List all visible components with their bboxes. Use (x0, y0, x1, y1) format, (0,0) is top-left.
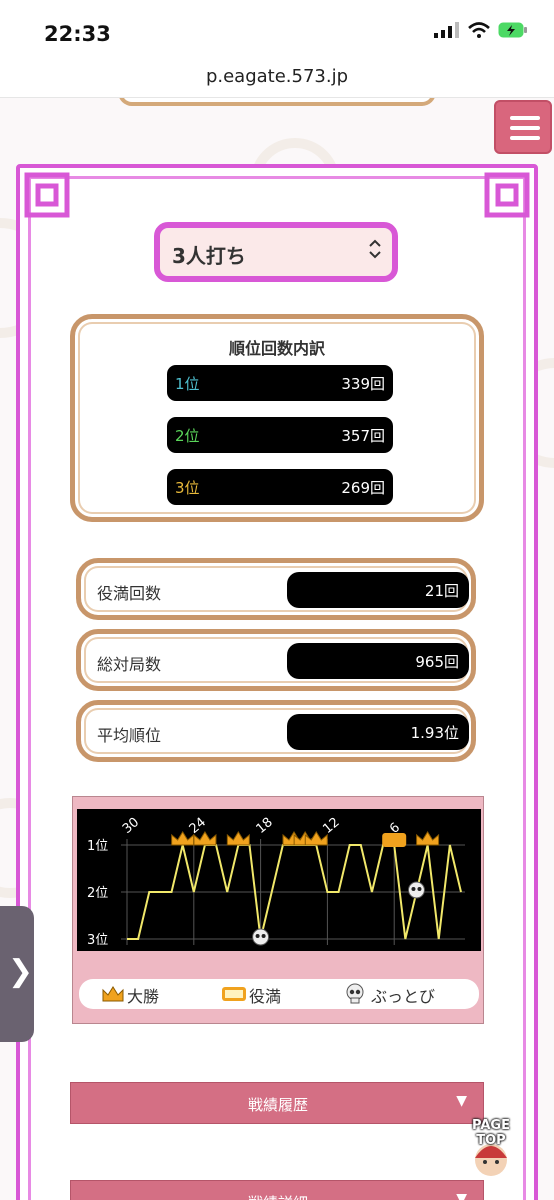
stat-yakuman-count: 役満回数 21回 (76, 558, 476, 620)
bust-marker-eye (417, 887, 422, 891)
stat-value: 21回 (424, 582, 459, 600)
y-tick-label: 1位 (87, 839, 108, 854)
bust-marker-eye (261, 934, 266, 938)
stat-total-games: 総対局数 965回 (76, 629, 476, 691)
skull-icon (346, 983, 364, 1004)
legend-yakuman-label: 役満 (249, 987, 282, 1006)
rank-breakdown-card: 順位回数内訳 1位 339回 2位 357回 3位 269回 (70, 314, 484, 522)
rank-history-chart-card: 1位 2位 3位 30 24 18 12 6 大勝 役満 ぶっとび (72, 796, 484, 1024)
status-bar: 22:33 (0, 0, 554, 58)
x-tick-label: 12 (320, 815, 342, 837)
page-top-label: PAGE TOP (472, 1118, 510, 1148)
crown-icon (102, 986, 124, 1002)
rank-label: 2位 (175, 427, 200, 445)
mode-select-value: 3人打ち (172, 244, 246, 268)
status-icons (434, 22, 528, 38)
page-top-button[interactable]: PAGE TOP (458, 1114, 524, 1178)
hamburger-menu-button[interactable] (494, 100, 552, 154)
crown-marker (226, 831, 250, 846)
stat-label: 総対局数 (97, 655, 162, 674)
stat-value-box: 21回 (287, 572, 469, 608)
stat-average-rank: 平均順位 1.93位 (76, 700, 476, 762)
clock: 22:33 (44, 22, 111, 46)
legend-bust-label: ぶっとび (371, 987, 436, 1006)
battery-icon (498, 22, 527, 38)
crown-marker (416, 831, 440, 846)
stat-value-box: 965回 (287, 643, 469, 679)
stat-label: 役満回数 (97, 584, 162, 603)
rank-row-1: 1位 339回 (167, 365, 393, 401)
rank-history-chart: 1位2位3位30 24 18 12 6 (77, 809, 481, 951)
side-drawer-tab[interactable]: ❯ (0, 906, 34, 1042)
accordion-label: 戦績履歴 (247, 1096, 308, 1114)
bust-marker-eye (255, 934, 260, 938)
page-background: 3人打ち 順位回数内訳 1位 339回 2位 357回 3位 269回 役満回数… (0, 98, 554, 1200)
rank-breakdown-title: 順位回数内訳 (228, 339, 325, 358)
accordion-label: 戦績詳細 (71, 1192, 485, 1200)
bust-marker-eye (411, 887, 416, 891)
browser-address-bar[interactable]: p.eagate.573.jp (0, 58, 554, 98)
x-tick-label: 30 (120, 815, 142, 837)
crown-marker (171, 831, 195, 846)
chevron-updown-icon (369, 239, 381, 259)
signal-icon (434, 22, 459, 38)
rank-count: 357回 (341, 427, 385, 445)
previous-panel-bottom (118, 98, 436, 106)
y-tick-label: 2位 (87, 886, 108, 901)
stat-label: 平均順位 (97, 726, 162, 745)
crown-marker (304, 831, 328, 846)
chevron-down-icon: ▼ (456, 1191, 467, 1200)
y-tick-label: 3位 (87, 933, 108, 948)
url-text: p.eagate.573.jp (205, 66, 349, 87)
bust-marker (407, 881, 425, 899)
yakuman-badge-icon (222, 987, 246, 1001)
bust-marker (252, 928, 270, 946)
chart-legend: 大勝 役満 ぶっとび (79, 979, 479, 1009)
details-accordion[interactable]: 戦績詳細 ▼ (70, 1180, 484, 1200)
wifi-icon (468, 22, 490, 38)
rank-count: 339回 (341, 375, 385, 393)
legend-win-label: 大勝 (127, 987, 160, 1006)
rank-label: 3位 (175, 479, 200, 497)
history-accordion[interactable]: 戦績履歴 ▼ (70, 1082, 484, 1124)
corner-ornament-icon (484, 172, 530, 218)
chevron-down-icon: ▼ (456, 1093, 467, 1109)
rank-row-2: 2位 357回 (167, 417, 393, 453)
mode-select[interactable]: 3人打ち (154, 222, 398, 282)
chevron-right-icon: ❯ (8, 954, 34, 989)
corner-ornament-icon (24, 172, 70, 218)
stat-value: 965回 (415, 653, 459, 671)
rank-label: 1位 (175, 375, 200, 393)
rank-count: 269回 (341, 479, 385, 497)
rank-row-3: 3位 269回 (167, 469, 393, 505)
yakuman-marker (382, 833, 407, 847)
stat-value-box: 1.93位 (287, 714, 469, 750)
x-tick-label: 18 (254, 815, 276, 837)
stat-value: 1.93位 (410, 724, 459, 742)
